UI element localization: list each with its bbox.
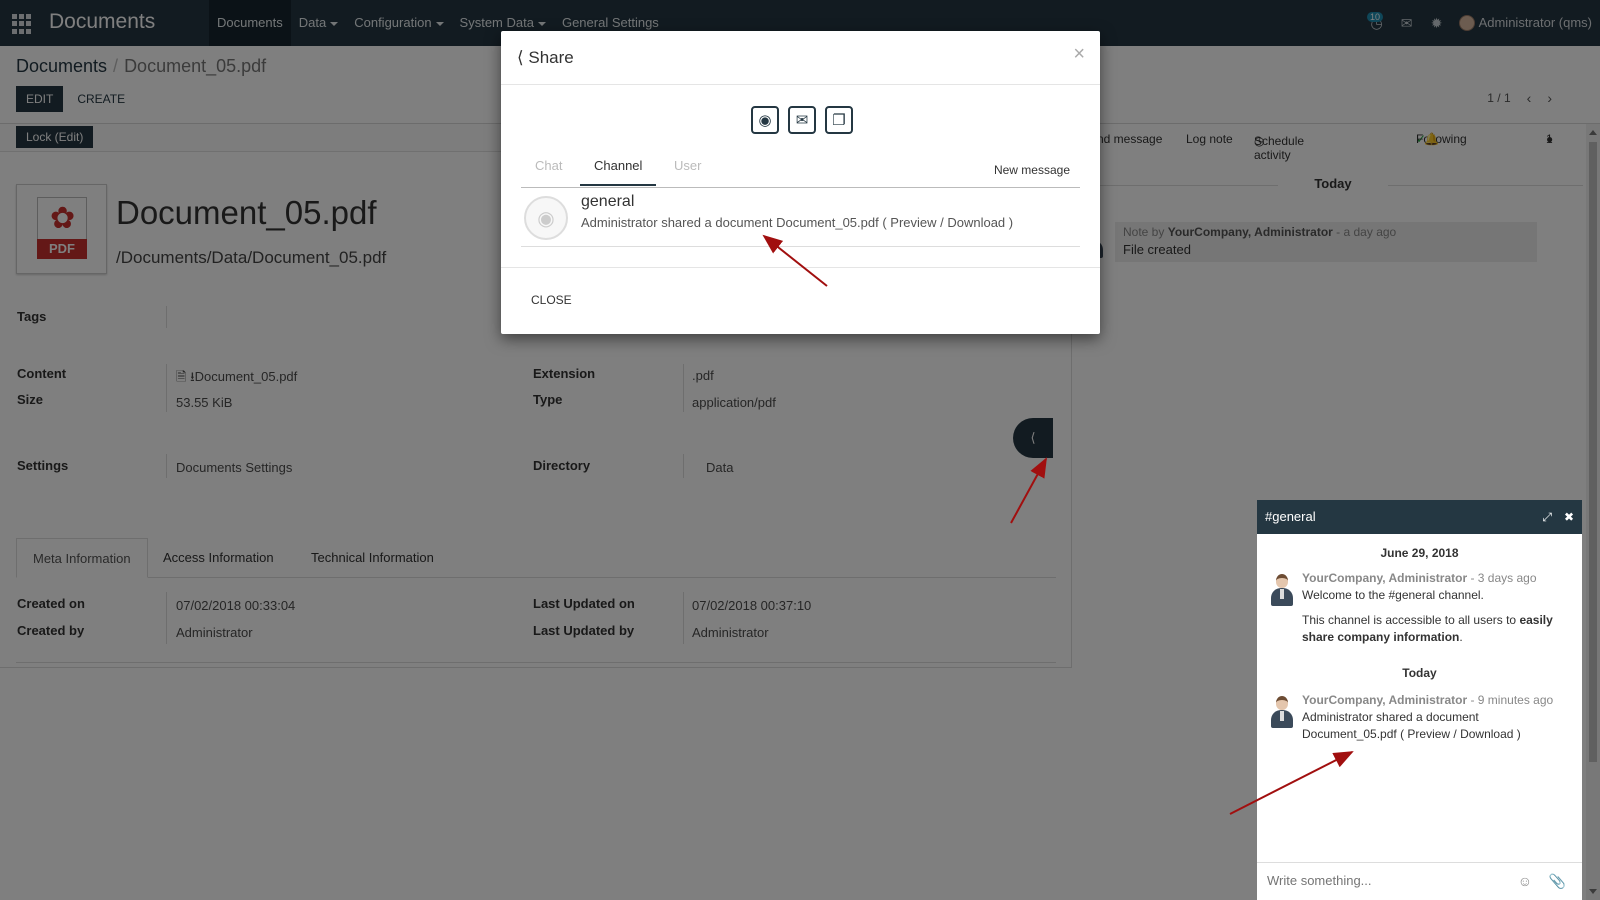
chat-message: YourCompany, Administrator - 3 days ago … <box>1302 571 1553 644</box>
share-icon: ⟨ <box>517 48 524 67</box>
emoji-icon[interactable]: ☺ <box>1518 873 1532 889</box>
channel-name: general <box>581 193 635 210</box>
channel-last-message: Administrator shared a document Document… <box>581 215 1014 230</box>
share-methods: ◉ ✉ ❐ <box>751 106 853 134</box>
chat-window-title: #general <box>1265 509 1316 524</box>
close-icon[interactable]: ✖ <box>1564 500 1574 534</box>
chat-window-header[interactable]: #general ⤢ ✖ <box>1257 500 1582 534</box>
share-dialog: ⟨ Share × ◉ ✉ ❐ Chat Channel User New me… <box>501 31 1100 334</box>
share-tabs: Chat Channel User New message <box>521 153 1080 188</box>
author-avatar <box>1269 696 1295 730</box>
tab-channel[interactable]: Channel <box>580 158 657 186</box>
chat-date-separator: June 29, 2018 <box>1380 546 1459 560</box>
tab-user[interactable]: User <box>674 158 701 173</box>
chat-bubbles-icon[interactable]: ◉ <box>751 106 779 134</box>
close-icon[interactable]: × <box>1073 43 1085 66</box>
chat-thread: June 29, 2018 YourCompany, Administrator… <box>1257 534 1582 864</box>
chat-today-separator: Today <box>1402 666 1437 680</box>
close-button[interactable]: Close <box>531 293 572 307</box>
camera-placeholder-icon: ◉ <box>524 196 568 240</box>
author-avatar <box>1269 574 1295 608</box>
chat-message: YourCompany, Administrator - 9 minutes a… <box>1302 692 1567 743</box>
chat-message-input[interactable] <box>1267 873 1487 888</box>
shared-document-link[interactable]: Document_05.pdf ( Preview / Download ) <box>1302 726 1567 743</box>
clipboard-icon[interactable]: ❐ <box>825 106 853 134</box>
envelope-icon[interactable]: ✉ <box>788 106 816 134</box>
paperclip-icon[interactable]: 📎 <box>1549 873 1566 890</box>
new-message-button[interactable]: New message <box>994 163 1070 177</box>
tab-chat[interactable]: Chat <box>535 158 562 173</box>
expand-icon[interactable]: ⤢ <box>1542 500 1552 534</box>
channel-item-general[interactable]: ◉ general Administrator shared a documen… <box>521 189 1080 247</box>
share-dialog-title: ⟨ Share <box>517 48 574 67</box>
chat-window-general: #general ⤢ ✖ June 29, 2018 YourCompany, … <box>1257 500 1582 900</box>
chat-composer: ☺ 📎 <box>1257 862 1582 900</box>
